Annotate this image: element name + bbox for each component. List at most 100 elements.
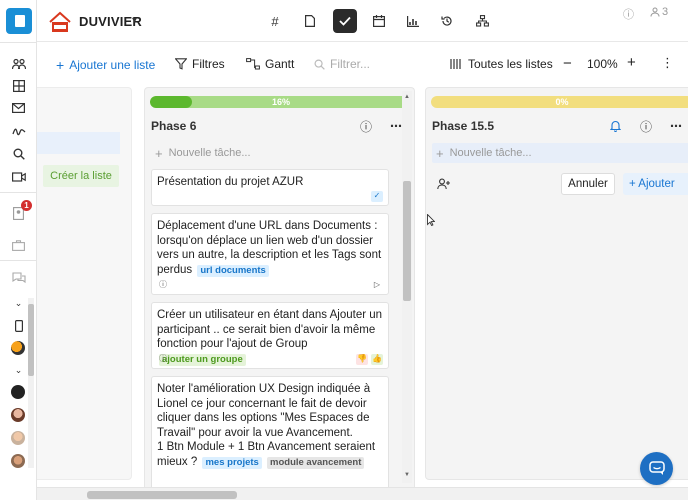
hashtag-view-icon[interactable]: #: [263, 9, 287, 33]
grid-icon[interactable]: [11, 78, 26, 93]
scroll-up-arrow[interactable]: ▲: [403, 93, 411, 101]
rail-divider: [0, 192, 37, 193]
progress-label: 16%: [271, 97, 290, 107]
tag-url-documents[interactable]: url documents: [197, 264, 269, 277]
chevron-down-icon[interactable]: ▾: [132, 15, 137, 26]
board-scrollbar-thumb[interactable]: [87, 491, 237, 499]
hierarchy-view-icon[interactable]: [470, 9, 494, 33]
info-icon[interactable]: ⓘ: [623, 6, 634, 22]
info-icon[interactable]: ⓘ: [638, 118, 654, 134]
document-view-icon[interactable]: [298, 9, 322, 33]
new-task-placeholder: Nouvelle tâche...: [168, 147, 251, 159]
tag-mes-projets[interactable]: mes projets: [202, 456, 262, 469]
more-options-icon[interactable]: ⋯: [668, 118, 684, 134]
rail-scrollbar-thumb[interactable]: [28, 304, 34, 376]
avatar[interactable]: [11, 454, 25, 468]
chart-view-icon[interactable]: [401, 9, 425, 33]
scroll-down-arrow[interactable]: ▼: [403, 471, 411, 479]
add-task-button[interactable]: + Ajouter: [623, 173, 688, 195]
list-title[interactable]: Phase 15.5: [432, 119, 494, 133]
columns-icon: [450, 59, 461, 69]
list-scrollbar-thumb[interactable]: [403, 181, 411, 301]
tasks-view-icon[interactable]: [333, 9, 357, 33]
briefcase-icon[interactable]: [11, 238, 26, 253]
task-card[interactable]: Présentation du projet AZUR ✓: [151, 169, 389, 206]
task-card[interactable]: Déplacement d'une URL dans Documents : l…: [151, 213, 389, 295]
info-icon[interactable]: ⓘ: [157, 280, 169, 291]
avatar[interactable]: [11, 385, 25, 399]
thumbs-up-icon[interactable]: 👍: [371, 353, 383, 365]
avatar[interactable]: [11, 431, 25, 445]
task-card-footer: ⓘ ▷: [157, 279, 383, 291]
kanban-board: Créer la liste 16% Phase 6 ⓘ ⋯ + Nouvell…: [37, 87, 688, 488]
bell-icon[interactable]: [607, 118, 623, 134]
cancel-button[interactable]: Annuler: [561, 173, 615, 195]
filter-icon: [175, 58, 187, 70]
check-icon[interactable]: ✓: [371, 190, 383, 202]
chat-icon[interactable]: [11, 270, 26, 285]
new-task-actions: Annuler + Ajouter: [437, 171, 688, 197]
plus-icon: +: [56, 57, 65, 73]
gantt-label: Gantt: [265, 57, 295, 71]
history-view-icon[interactable]: [435, 9, 459, 33]
progress-bar: 16%: [150, 96, 412, 108]
info-icon[interactable]: ⓘ: [157, 354, 169, 365]
users-icon[interactable]: [11, 56, 26, 71]
avatar[interactable]: [11, 341, 25, 355]
video-icon[interactable]: [11, 169, 26, 184]
task-card[interactable]: Noter l'amélioration UX Design indiquée …: [151, 376, 389, 488]
user-icon: [650, 7, 660, 17]
zoom-in-button[interactable]: +: [627, 54, 636, 71]
filters-button[interactable]: Filtres: [175, 57, 225, 71]
task-card-text-content: Déplacement d'une URL dans Documents : l…: [157, 220, 385, 276]
thumbs-down-icon[interactable]: 👎: [356, 353, 368, 365]
notification-badge: 1: [21, 200, 32, 211]
search-icon[interactable]: [11, 146, 26, 161]
new-task-input[interactable]: + Nouvelle tâche...: [432, 143, 688, 163]
create-list-button[interactable]: Créer la liste: [43, 165, 119, 187]
user-count[interactable]: 3: [650, 6, 668, 18]
tag-module-avancement[interactable]: module avancement: [267, 456, 365, 469]
user-count-value: 3: [662, 6, 669, 18]
plus-icon: +: [436, 145, 444, 161]
progress-bar: 0%: [431, 96, 688, 108]
new-task-input[interactable]: + Nouvelle tâche...: [151, 143, 389, 163]
filter-search-input[interactable]: Filtrer...: [330, 57, 370, 71]
list-scrollbar[interactable]: ▲ ▼: [402, 91, 412, 483]
more-options-icon[interactable]: ⋮: [661, 55, 674, 71]
rail-scrollbar[interactable]: [28, 298, 34, 468]
mail-icon[interactable]: [11, 100, 26, 115]
plus-icon: +: [155, 145, 163, 161]
phone-icon[interactable]: [11, 318, 26, 333]
mouse-cursor-icon: [427, 214, 435, 226]
app-logo[interactable]: [6, 8, 32, 34]
board-horizontal-scrollbar[interactable]: [37, 487, 688, 500]
board-toolbar: + Ajouter une liste Filtres Gantt Filtre…: [37, 43, 688, 87]
play-icon[interactable]: ▷: [371, 280, 383, 291]
add-participant-icon[interactable]: [437, 178, 451, 190]
signature-icon[interactable]: [11, 123, 26, 138]
support-chat-button[interactable]: [640, 452, 673, 485]
search-icon: [314, 59, 325, 70]
gantt-icon: [246, 58, 260, 70]
avatar[interactable]: [11, 408, 25, 422]
filter-search[interactable]: Filtrer...: [314, 57, 370, 71]
gantt-button[interactable]: Gantt: [246, 57, 294, 71]
all-lists-label: Toutes les listes: [468, 57, 553, 71]
add-list-button[interactable]: + Ajouter une liste: [56, 57, 155, 73]
calendar-view-icon[interactable]: [367, 9, 391, 33]
filters-label: Filtres: [192, 57, 225, 71]
zoom-out-button[interactable]: −: [563, 55, 572, 72]
all-lists-button[interactable]: Toutes les listes: [450, 57, 553, 71]
task-card-text-content: Noter l'amélioration UX Design indiquée …: [157, 383, 376, 468]
task-card-text: Déplacement d'une URL dans Documents : l…: [157, 219, 383, 277]
left-rail: 1 ⌄ ⌄: [0, 0, 37, 500]
chevron-down-icon[interactable]: ⌄: [11, 296, 26, 311]
brand-logo[interactable]: [48, 10, 72, 34]
task-card-text-content: Créer un utilisateur en étant dans Ajout…: [157, 309, 386, 350]
task-card[interactable]: Créer un utilisateur en étant dans Ajout…: [151, 302, 389, 369]
info-icon[interactable]: ⓘ: [358, 118, 374, 134]
list-title[interactable]: Phase 6: [151, 119, 196, 133]
task-card-text: Noter l'amélioration UX Design indiquée …: [157, 382, 383, 469]
chevron-down-icon[interactable]: ⌄: [11, 363, 26, 378]
